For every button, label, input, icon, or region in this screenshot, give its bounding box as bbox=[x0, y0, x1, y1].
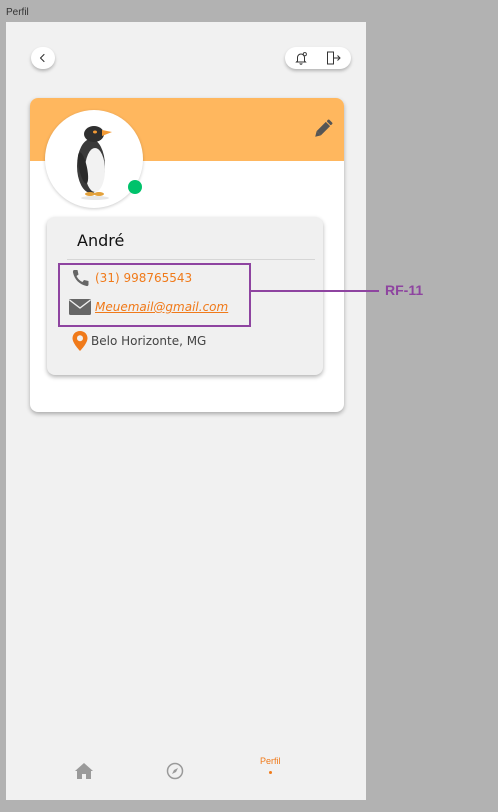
bell-icon bbox=[295, 52, 307, 65]
location-text: Belo Horizonte, MG bbox=[91, 334, 207, 348]
nav-item-profile[interactable]: Perfil bbox=[260, 756, 281, 774]
edit-profile-button[interactable] bbox=[310, 116, 336, 142]
nav-item-home[interactable] bbox=[74, 762, 94, 780]
location-row: Belo Horizonte, MG bbox=[67, 330, 206, 352]
chevron-left-icon bbox=[39, 53, 45, 63]
phone-screen: André (31) 998765543 Meuemail@gmail.com … bbox=[6, 22, 366, 800]
nav-item-explore[interactable] bbox=[166, 762, 184, 780]
penguin-avatar-image bbox=[77, 126, 112, 200]
home-icon bbox=[75, 763, 93, 779]
map-pin-icon bbox=[67, 330, 93, 352]
online-status-dot bbox=[128, 180, 142, 194]
logout-button[interactable] bbox=[326, 51, 342, 65]
notifications-button[interactable] bbox=[294, 51, 308, 65]
requirement-highlight-box bbox=[58, 263, 251, 327]
header-actions bbox=[285, 47, 351, 69]
pencil-icon bbox=[315, 119, 333, 137]
back-button[interactable] bbox=[31, 47, 55, 69]
requirement-connector-line bbox=[251, 290, 379, 292]
profile-card: André (31) 998765543 Meuemail@gmail.com … bbox=[30, 98, 344, 412]
frame-label: Perfil bbox=[6, 7, 29, 18]
compass-icon bbox=[166, 762, 184, 780]
nav-profile-label: Perfil bbox=[260, 756, 281, 766]
requirement-label: RF-11 bbox=[385, 282, 424, 298]
user-name: André bbox=[77, 231, 125, 250]
divider bbox=[67, 259, 315, 260]
avatar bbox=[45, 110, 143, 208]
nav-active-dot bbox=[268, 771, 272, 774]
logout-icon bbox=[327, 51, 341, 65]
bottom-nav: Perfil bbox=[6, 754, 366, 800]
